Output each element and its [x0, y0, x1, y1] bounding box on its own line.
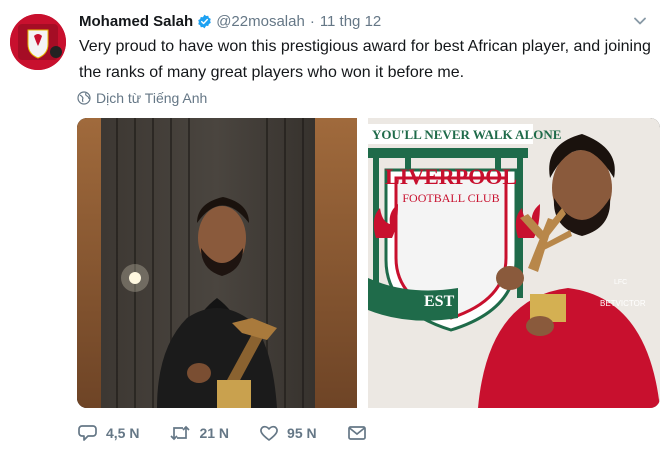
retweet-count: 21 N — [199, 425, 230, 441]
tweet-header: Mohamed Salah @22mosalah · 11 thg 12 — [79, 11, 381, 31]
tweet-photo-1[interactable] — [77, 118, 357, 408]
direct-message-button[interactable] — [347, 424, 375, 442]
crest-banner-text: YOU'LL NEVER WALK ALONE — [372, 127, 561, 142]
like-icon — [260, 425, 278, 441]
chevron-down-icon[interactable] — [633, 14, 647, 28]
crest-subtitle: FOOTBALL CLUB — [402, 191, 499, 205]
shirt-badge-text: LFC — [614, 279, 627, 286]
like-button[interactable]: 95 N — [259, 424, 317, 442]
author-handle[interactable]: @22mosalah — [216, 13, 305, 30]
globe-icon — [77, 91, 91, 105]
like-count: 95 N — [287, 425, 317, 441]
crest-est-text: EST — [424, 293, 455, 310]
tweet-text: Very proud to have won this prestigious … — [79, 38, 651, 81]
author-avatar[interactable] — [10, 14, 66, 70]
retweet-button[interactable]: 21 N — [169, 424, 229, 442]
crest-title: LIVERPOOL — [385, 164, 517, 189]
reply-button[interactable]: 4,5 N — [78, 424, 139, 442]
author-name[interactable]: Mohamed Salah — [79, 13, 193, 30]
verified-badge-icon — [197, 14, 212, 29]
translate-link[interactable]: Dịch từ Tiếng Anh — [77, 89, 207, 107]
translate-label: Dịch từ Tiếng Anh — [96, 90, 208, 106]
reply-count: 4,5 N — [106, 425, 140, 441]
shirt-sponsor-text: BETVICTOR — [600, 299, 646, 308]
tweet-timestamp[interactable]: 11 thg 12 — [320, 13, 381, 30]
header-separator: · — [309, 12, 315, 30]
direct-message-icon — [347, 426, 366, 440]
tweet-actions: 4,5 N 21 N 95 N — [78, 422, 405, 444]
tweet-photo-2[interactable]: YOU'LL NEVER WALK ALONE LIVERPOOL FOOTBA… — [368, 118, 660, 408]
retweet-icon — [170, 425, 191, 441]
reply-icon — [78, 425, 97, 441]
